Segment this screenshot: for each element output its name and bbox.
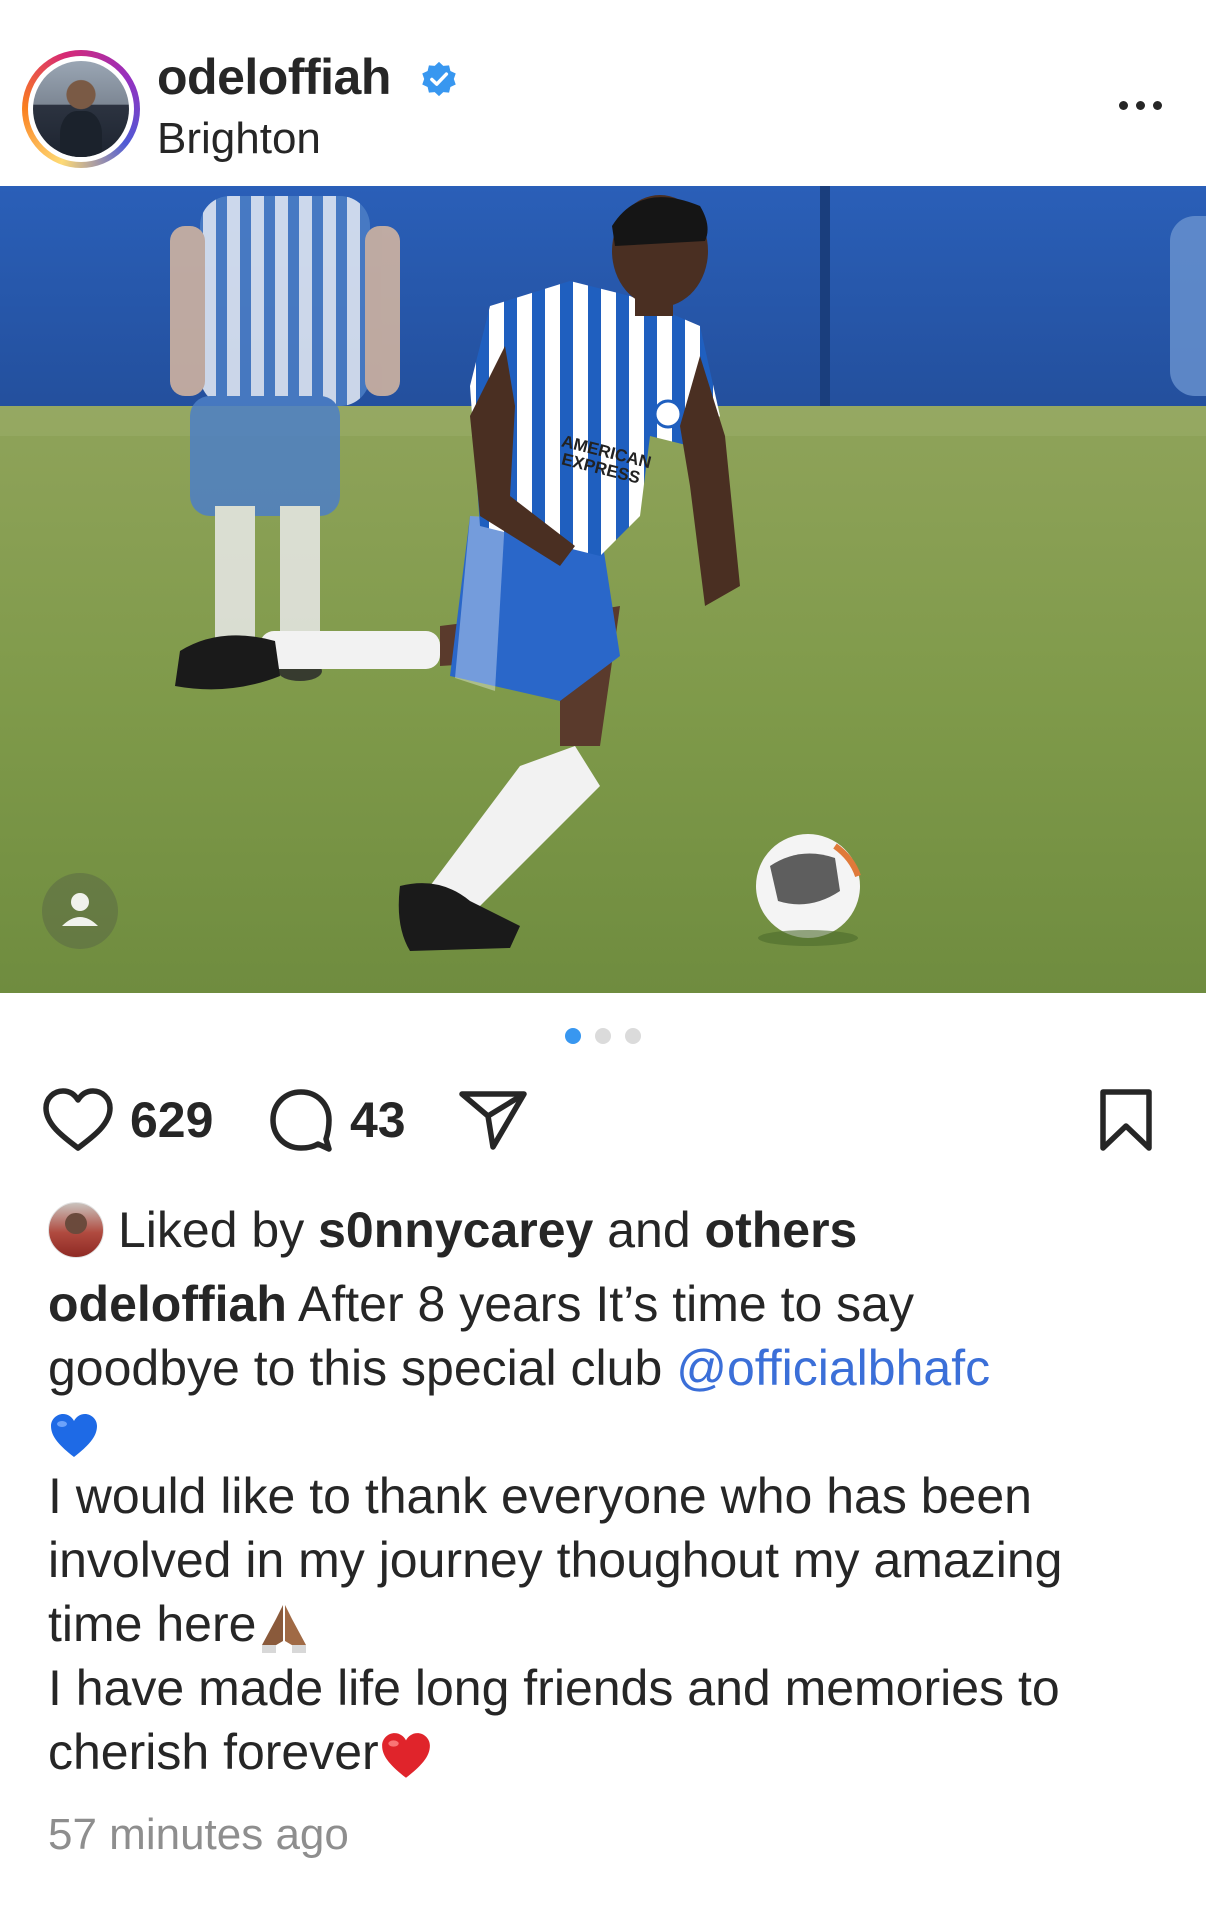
verified-badge-icon: [422, 61, 456, 97]
caption-username[interactable]: odeloffiah: [48, 1276, 287, 1332]
caption-line: time here: [48, 1592, 1168, 1656]
caption-text: time here: [48, 1596, 257, 1652]
liked-by-middle: and: [593, 1202, 705, 1258]
carousel-indicator: [0, 1028, 1206, 1048]
red-heart-emoji: [381, 1732, 430, 1778]
action-bar: 629 43: [0, 1080, 1206, 1160]
football-photo: AMERICAN EXPRESS: [0, 186, 1206, 993]
carousel-dot-active: [565, 1028, 581, 1044]
save-button[interactable]: [1098, 1088, 1154, 1157]
avatar-border: [28, 56, 134, 162]
folded-hands-emoji: [262, 1604, 307, 1653]
user-tag-icon[interactable]: [42, 873, 118, 949]
blue-heart-emoji: [51, 1413, 97, 1457]
share-button[interactable]: [458, 1080, 528, 1160]
caption-text: goodbye to this special club: [48, 1340, 677, 1396]
caption-text: After 8 years It’s time to say: [286, 1276, 914, 1332]
liker-avatar[interactable]: [48, 1202, 104, 1258]
liked-by-line[interactable]: Liked by s0nnycarey and others: [48, 1195, 857, 1265]
caption-line: cherish forever: [48, 1720, 1168, 1784]
comment-icon: [270, 1089, 332, 1152]
instagram-post: odeloffiah Brighton AMERICAN EXPRESS 629…: [0, 0, 1206, 1926]
post-username[interactable]: odeloffiah: [157, 48, 391, 106]
profile-avatar[interactable]: [22, 50, 140, 168]
more-dot: [1118, 100, 1128, 110]
post-location[interactable]: Brighton: [157, 114, 321, 164]
post-timestamp: 57 minutes ago: [48, 1810, 349, 1859]
heart-icon: [43, 1088, 113, 1151]
caption-text: cherish forever: [48, 1724, 379, 1780]
carousel-dot: [595, 1028, 611, 1044]
comment-button[interactable]: 43: [268, 1080, 406, 1160]
caption-line: goodbye to this special club @officialbh…: [48, 1336, 1168, 1400]
more-dot: [1152, 100, 1162, 110]
post-photo[interactable]: AMERICAN EXPRESS: [0, 186, 1206, 993]
caption-line: [48, 1400, 1168, 1464]
caption-line: odeloffiah After 8 years It’s time to sa…: [48, 1272, 1168, 1336]
comment-count[interactable]: 43: [350, 1091, 406, 1149]
post-header: odeloffiah Brighton: [0, 0, 1206, 186]
like-count[interactable]: 629: [130, 1091, 213, 1149]
liked-by-prefix: Liked by: [118, 1202, 319, 1258]
post-caption: odeloffiah After 8 years It’s time to sa…: [48, 1272, 1168, 1784]
share-icon: [459, 1091, 527, 1150]
mention-link[interactable]: @officialbhafc: [676, 1340, 990, 1396]
caption-line: I would like to thank everyone who has b…: [48, 1468, 1032, 1524]
like-button[interactable]: 629: [42, 1080, 213, 1160]
avatar-image: [33, 61, 129, 157]
liker-username[interactable]: s0nnycarey: [318, 1202, 593, 1258]
liked-by-others[interactable]: others: [705, 1202, 858, 1258]
more-options-button[interactable]: [1110, 90, 1170, 120]
more-dot: [1135, 100, 1145, 110]
carousel-dot: [625, 1028, 641, 1044]
bookmark-icon: [1100, 1089, 1152, 1151]
caption-line: involved in my journey thoughout my amaz…: [48, 1532, 1063, 1588]
caption-line: I have made life long friends and memori…: [48, 1660, 1060, 1716]
liked-by-text: Liked by s0nnycarey and others: [118, 1201, 857, 1259]
